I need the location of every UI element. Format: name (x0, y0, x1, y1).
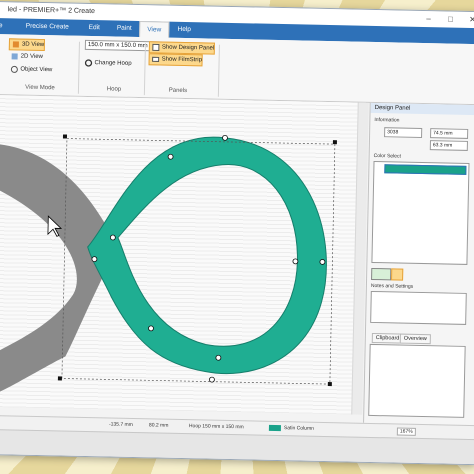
notes-settings-label: Notes and Settings (370, 282, 414, 290)
design-workspace[interactable] (0, 95, 366, 415)
app-window: led - PREMIER+™ 2 Create – □ ✕ ile Preci… (0, 0, 474, 466)
corner-handle[interactable] (62, 134, 68, 139)
stitch-color-swatch (268, 424, 281, 432)
node-handle[interactable] (319, 259, 326, 265)
close-button[interactable]: ✕ (461, 12, 474, 28)
node-handle[interactable] (109, 234, 116, 241)
3d-view-label: 3D View (21, 41, 45, 49)
change-hoop-label: Change Hoop (94, 60, 132, 67)
height-field: 63.3 mm (429, 140, 468, 151)
square-icon (11, 53, 18, 60)
object-view-label: Object View (20, 66, 53, 74)
node-handle[interactable] (91, 256, 98, 263)
corner-handle[interactable] (332, 140, 337, 145)
x-coordinate: -135.7 mm (108, 421, 133, 428)
tab-overview[interactable]: Overview (399, 333, 431, 345)
canvas-area (0, 94, 369, 415)
minimize-button[interactable]: – (417, 11, 439, 27)
hoop-group-label: Hoop (106, 86, 122, 93)
tab-paint[interactable]: Paint (109, 20, 139, 37)
show-design-panel-label: Show Design Panel (161, 44, 215, 52)
ribbon: 3D View 2D View Object View View Mode 15… (0, 33, 474, 106)
view-mode-group-label: View Mode (25, 84, 55, 92)
design-canvas[interactable] (0, 95, 366, 415)
panels-group-label: Panels (168, 87, 188, 95)
hoop-icon (84, 59, 93, 67)
width-field: 74.5 mm (430, 128, 469, 139)
color-select-label: Color Select (373, 152, 401, 160)
show-filmstrip-label: Show FilmStrip (161, 56, 203, 64)
filmstrip-icon (152, 56, 160, 62)
tree-icon[interactable] (371, 267, 392, 281)
ribbon-separator (77, 41, 80, 94)
node-handle[interactable] (209, 376, 215, 383)
node-handle[interactable] (148, 325, 154, 332)
stitch-type: Satin Column (283, 425, 314, 432)
information-label: Information (374, 116, 400, 124)
stitch-count-field: 3038 (384, 127, 423, 138)
object-icon (10, 65, 18, 73)
3d-view-button[interactable]: 3D View (8, 38, 46, 52)
design-panel-title: Design Panel (370, 102, 474, 116)
hoop-status: Hoop 150 mm x 150 mm (188, 423, 244, 431)
clipboard-area[interactable] (368, 343, 466, 418)
tab-edit[interactable]: Edit (79, 20, 109, 37)
ribbon-separator (143, 43, 146, 96)
panel-icon (152, 43, 160, 51)
y-coordinate: 80.2 mm (148, 422, 169, 429)
corner-handle[interactable] (57, 376, 62, 381)
tab-precise-create[interactable]: Precise Create (17, 18, 77, 35)
tab-view[interactable]: View (139, 21, 170, 39)
tab-file[interactable]: ile (0, 18, 11, 34)
corner-handle[interactable] (327, 382, 332, 387)
design-panel: Design Panel Information 3038 74.5 mm 63… (363, 102, 474, 426)
show-filmstrip-button[interactable]: Show FilmStrip (148, 53, 204, 67)
notes-box[interactable] (370, 290, 467, 325)
object-view-button[interactable]: Object View (8, 64, 52, 75)
tab-help[interactable]: Help (169, 22, 199, 39)
teal-satin-loop[interactable] (85, 135, 329, 376)
zoom-select[interactable]: 167% (396, 427, 416, 436)
notes-toggle-icon[interactable] (391, 268, 404, 281)
tab-clipboard[interactable]: Clipboard (371, 332, 404, 344)
2d-view-label: 2D View (20, 53, 43, 61)
node-handle[interactable] (222, 134, 228, 141)
node-handle[interactable] (167, 153, 174, 160)
window-title: led - PREMIER+™ 2 Create (7, 6, 96, 16)
node-handle[interactable] (215, 354, 222, 361)
change-hoop-button[interactable]: Change Hoop (82, 58, 132, 69)
2d-view-button[interactable]: 2D View (9, 51, 43, 62)
color-list[interactable] (371, 160, 470, 265)
cube-icon (12, 41, 19, 48)
node-handle[interactable] (292, 258, 299, 265)
maximize-button[interactable]: □ (439, 11, 461, 27)
color-swatch-selected[interactable] (384, 164, 467, 175)
ribbon-separator (217, 44, 220, 97)
